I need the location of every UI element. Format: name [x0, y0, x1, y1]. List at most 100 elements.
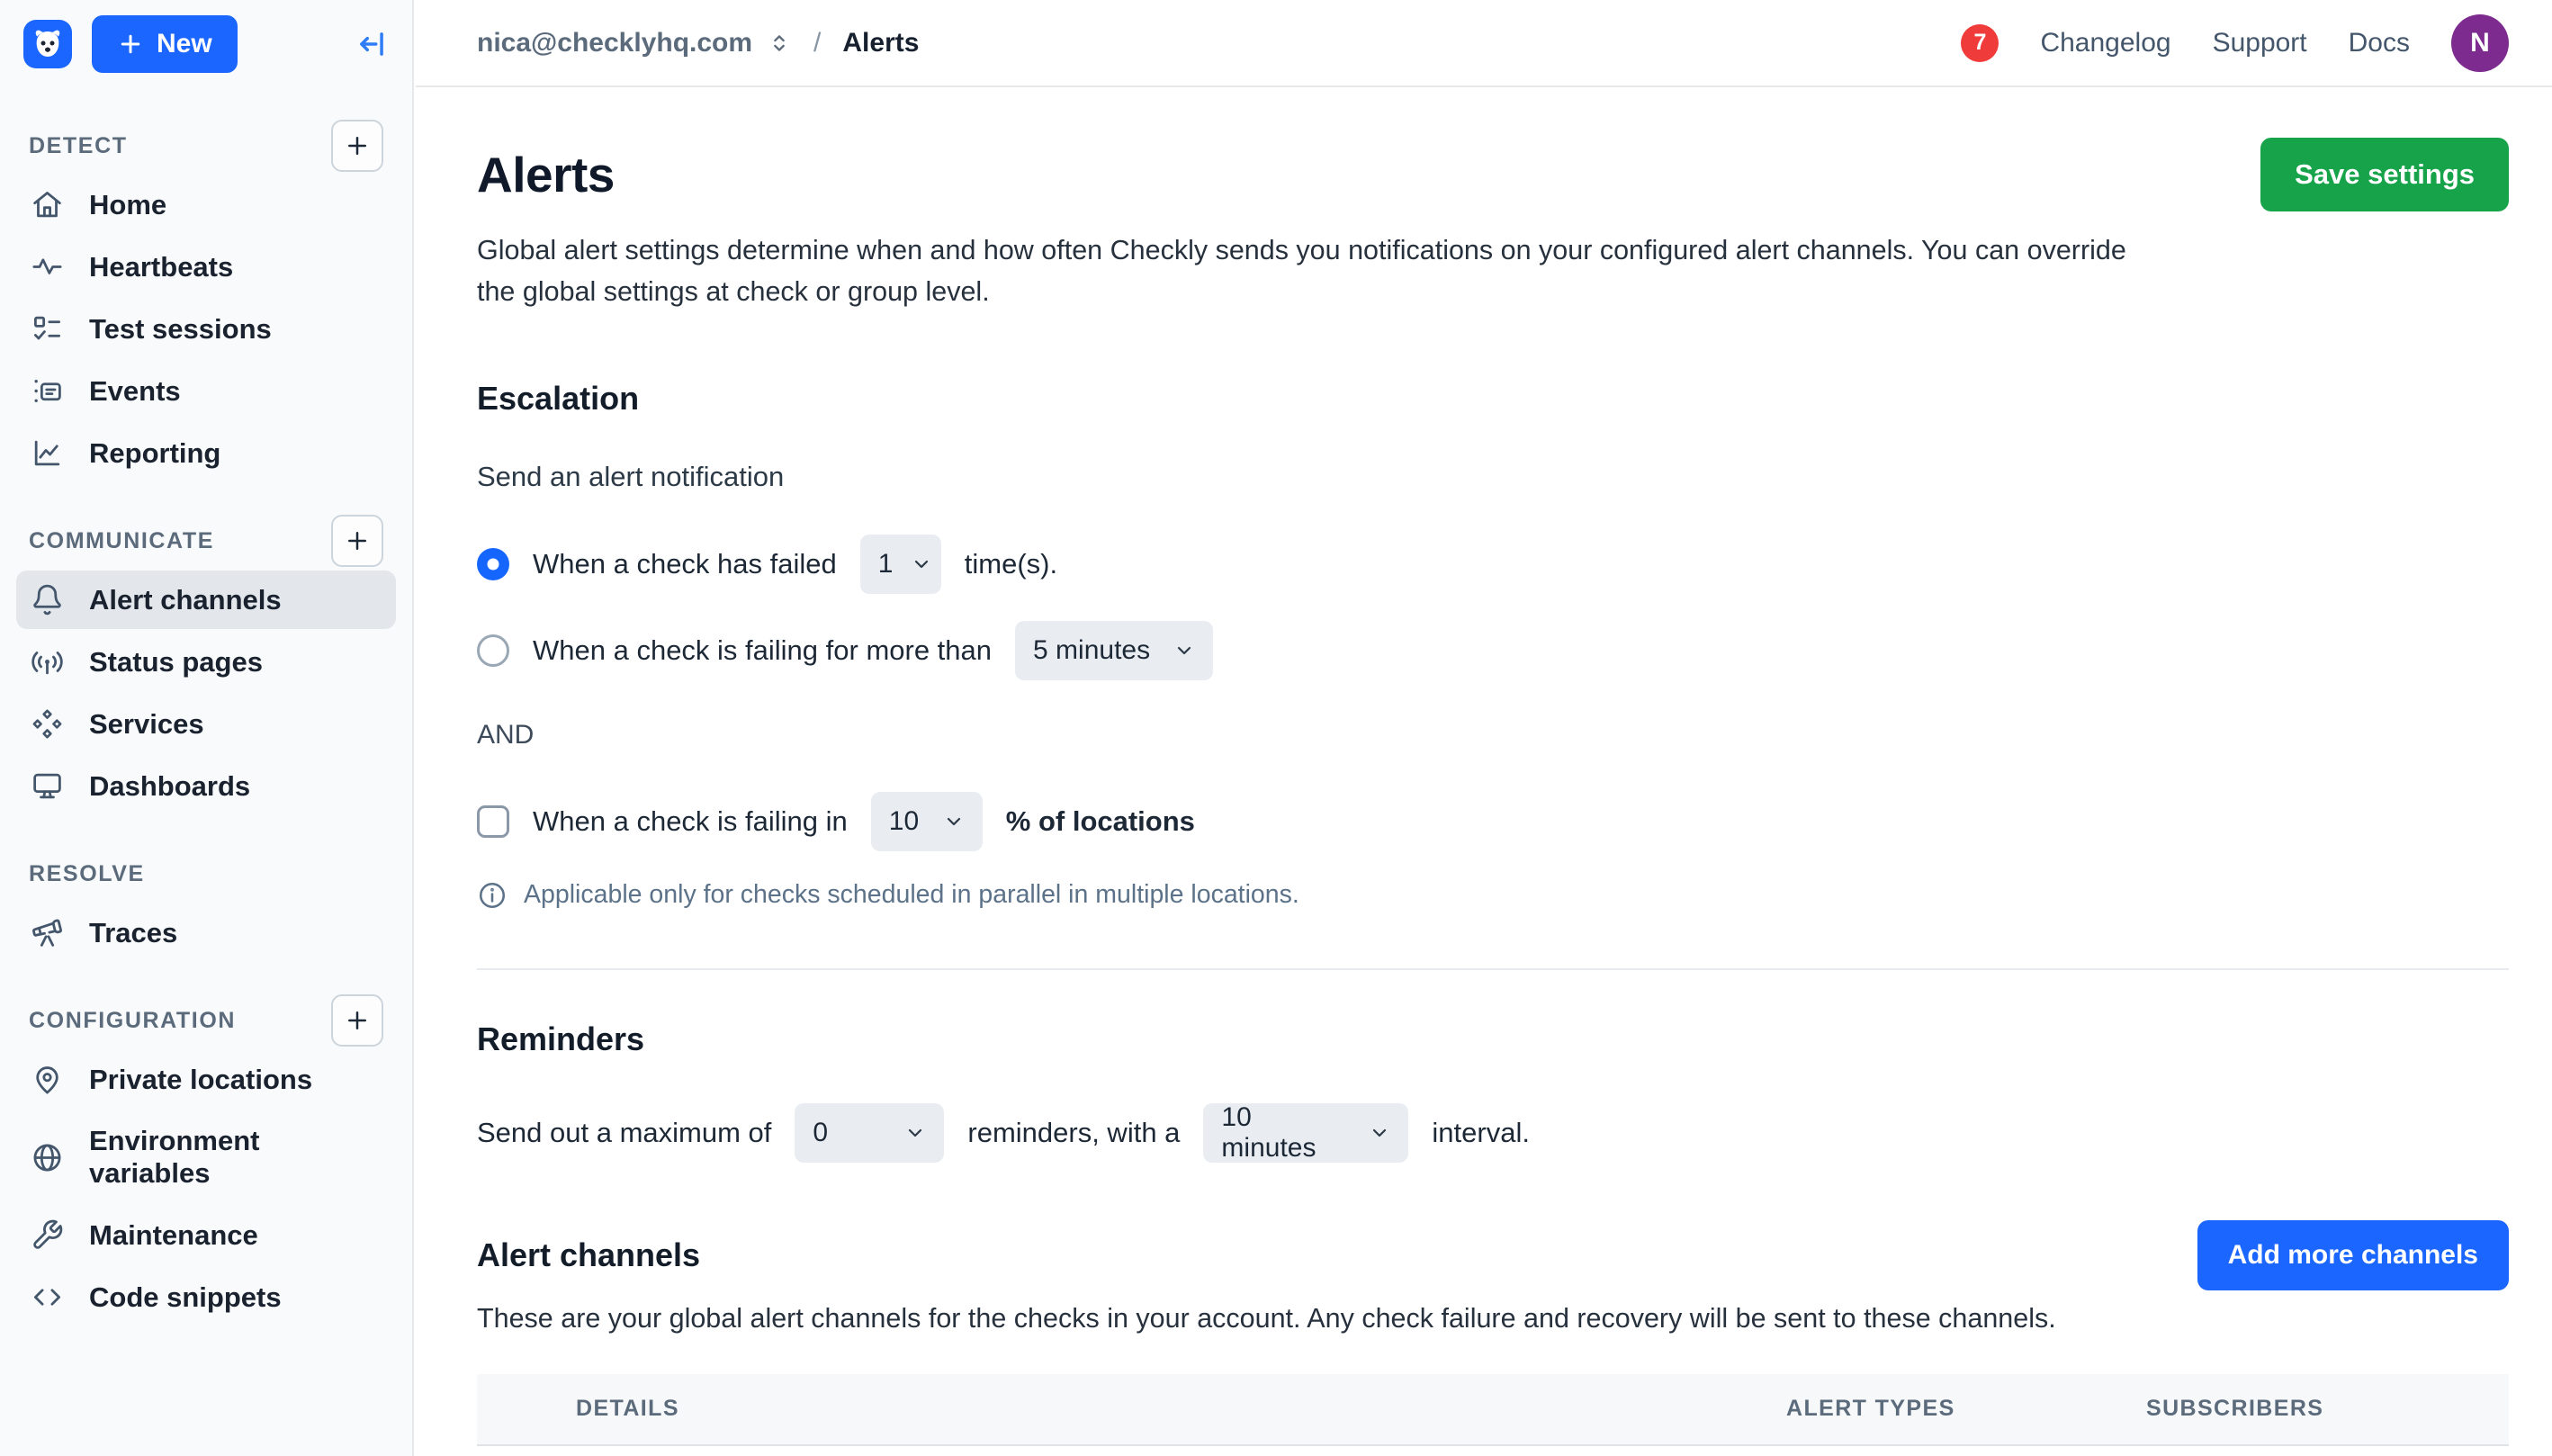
- breadcrumb-separator: /: [813, 28, 821, 58]
- sidebar-section-detect: DETECT Home Heartbeats Test sessions: [16, 120, 396, 482]
- sidebar-section-configuration: CONFIGURATION Private locations Environm…: [16, 994, 396, 1326]
- sidebar-item-status-pages[interactable]: Status pages: [16, 633, 396, 691]
- locations-suffix: % of locations: [1006, 805, 1195, 838]
- escalation-heading: Escalation: [477, 380, 2509, 418]
- sidebar-item-label: Traces: [89, 917, 177, 949]
- account-name: nica@checklyhq.com: [477, 28, 752, 58]
- checkly-logo[interactable]: [23, 20, 72, 68]
- escalation-option-failing: When a check is failing for more than 5 …: [477, 621, 2509, 680]
- sidebar-item-label: Test sessions: [89, 313, 272, 346]
- failing-duration-select[interactable]: 5 minutes: [1015, 621, 1213, 680]
- home-icon: [31, 188, 64, 221]
- new-button[interactable]: New: [92, 15, 238, 73]
- alert-channels-table: DETAILS ALERT TYPES SUBSCRIBERS Email to…: [477, 1374, 2509, 1456]
- add-more-channels-button[interactable]: Add more channels: [2197, 1220, 2509, 1290]
- reminders-interval-value: 10 minutes: [1221, 1102, 1351, 1164]
- sidebar-item-services[interactable]: Services: [16, 695, 396, 753]
- chevron-down-icon: [1369, 1122, 1390, 1144]
- locations-note: Applicable only for checks scheduled in …: [477, 880, 2509, 911]
- sidebar-item-label: Reporting: [89, 437, 220, 470]
- table-header-row: DETAILS ALERT TYPES SUBSCRIBERS: [477, 1374, 2509, 1446]
- detect-add-button[interactable]: [331, 120, 383, 172]
- chevron-down-icon: [1173, 640, 1195, 661]
- sidebar-item-environment-variables[interactable]: Environment variables: [16, 1112, 396, 1202]
- failed-label: When a check has failed: [533, 548, 837, 580]
- reminders-prefix: Send out a maximum of: [477, 1117, 771, 1149]
- sidebar-item-private-locations[interactable]: Private locations: [16, 1050, 396, 1109]
- section-label-configuration: CONFIGURATION: [29, 1008, 236, 1034]
- alert-channels-header: Alert channels Add more channels: [477, 1220, 2509, 1290]
- section-divider: [477, 968, 2509, 970]
- locations-note-text: Applicable only for checks scheduled in …: [524, 880, 1299, 910]
- radio-failing[interactable]: [477, 634, 509, 667]
- escalation-intro: Send an alert notification: [477, 461, 2509, 493]
- sidebar-item-label: Status pages: [89, 646, 263, 679]
- chevron-down-icon: [911, 553, 932, 575]
- events-icon: [31, 374, 64, 408]
- docs-link[interactable]: Docs: [2349, 28, 2410, 58]
- sidebar-item-heartbeats[interactable]: Heartbeats: [16, 238, 396, 296]
- sidebar-item-label: Heartbeats: [89, 251, 233, 283]
- alert-channels-description: These are your global alert channels for…: [477, 1303, 2509, 1335]
- failing-label: When a check is failing for more than: [533, 634, 992, 667]
- reminders-interval-select[interactable]: 10 minutes: [1203, 1103, 1408, 1163]
- sidebar-item-traces[interactable]: Traces: [16, 903, 396, 962]
- radio-failed[interactable]: [477, 548, 509, 580]
- collapse-sidebar-icon: [355, 27, 389, 61]
- table-row: Email to nica@checklyhq.com ✓ ! ✕ 5: [477, 1446, 2509, 1456]
- section-head-configuration: CONFIGURATION: [16, 994, 396, 1047]
- sidebar-item-home[interactable]: Home: [16, 175, 396, 234]
- reminders-count-select[interactable]: 0: [795, 1103, 944, 1163]
- account-switcher[interactable]: nica@checklyhq.com: [477, 28, 792, 58]
- section-label-detect: DETECT: [29, 133, 128, 159]
- page-header: Alerts Save settings: [477, 138, 2509, 211]
- support-link[interactable]: Support: [2213, 28, 2307, 58]
- column-subscribers: SUBSCRIBERS: [2146, 1396, 2398, 1422]
- bell-icon: [31, 583, 64, 616]
- raccoon-icon: [30, 26, 66, 62]
- sidebar: New DETECT Home Heartbeats: [0, 0, 414, 1456]
- sidebar-item-label: Maintenance: [89, 1219, 258, 1252]
- chevron-down-icon: [943, 811, 965, 832]
- main-content: Alerts Save settings Global alert settin…: [416, 89, 2552, 1456]
- communicate-add-button[interactable]: [331, 515, 383, 567]
- checklist-icon: [31, 312, 64, 346]
- sidebar-item-label: Environment variables: [89, 1125, 382, 1190]
- sidebar-item-reporting[interactable]: Reporting: [16, 424, 396, 482]
- sidebar-item-label: Code snippets: [89, 1281, 282, 1314]
- locations-checkbox[interactable]: [477, 805, 509, 838]
- failed-count-select[interactable]: 1: [860, 535, 941, 594]
- sidebar-item-label: Services: [89, 708, 204, 741]
- section-label-communicate: COMMUNICATE: [29, 528, 214, 554]
- sidebar-section-resolve: RESOLVE Traces: [16, 848, 396, 962]
- locations-percent-select[interactable]: 10: [871, 792, 983, 851]
- section-head-detect: DETECT: [16, 120, 396, 172]
- sidebar-item-events[interactable]: Events: [16, 362, 396, 420]
- collapse-sidebar-button[interactable]: [355, 27, 389, 61]
- reminders-count-value: 0: [813, 1118, 828, 1148]
- code-icon: [31, 1281, 64, 1314]
- avatar[interactable]: N: [2451, 14, 2509, 72]
- plus-icon: [344, 132, 371, 159]
- sidebar-item-maintenance[interactable]: Maintenance: [16, 1206, 396, 1264]
- sidebar-item-label: Alert channels: [89, 584, 282, 616]
- services-icon: [31, 707, 64, 741]
- configuration-add-button[interactable]: [331, 994, 383, 1047]
- sidebar-item-test-sessions[interactable]: Test sessions: [16, 300, 396, 358]
- failing-duration-value: 5 minutes: [1033, 635, 1150, 666]
- section-head-communicate: COMMUNICATE: [16, 515, 396, 567]
- plus-icon: [344, 1007, 371, 1034]
- reminders-suffix: interval.: [1432, 1117, 1530, 1149]
- sidebar-item-code-snippets[interactable]: Code snippets: [16, 1268, 396, 1326]
- reminders-row: Send out a maximum of 0 reminders, with …: [477, 1103, 2509, 1163]
- sidebar-item-alert-channels[interactable]: Alert channels: [16, 571, 396, 629]
- save-settings-button[interactable]: Save settings: [2260, 138, 2509, 211]
- heartbeat-icon: [31, 250, 64, 283]
- new-button-label: New: [157, 29, 212, 59]
- failed-suffix: time(s).: [965, 548, 1057, 580]
- page-title: Alerts: [477, 146, 615, 203]
- sidebar-item-label: Home: [89, 189, 166, 221]
- changelog-link[interactable]: Changelog: [2040, 28, 2170, 58]
- sidebar-item-dashboards[interactable]: Dashboards: [16, 757, 396, 815]
- topnav: 7 Changelog Support Docs N: [1961, 14, 2509, 72]
